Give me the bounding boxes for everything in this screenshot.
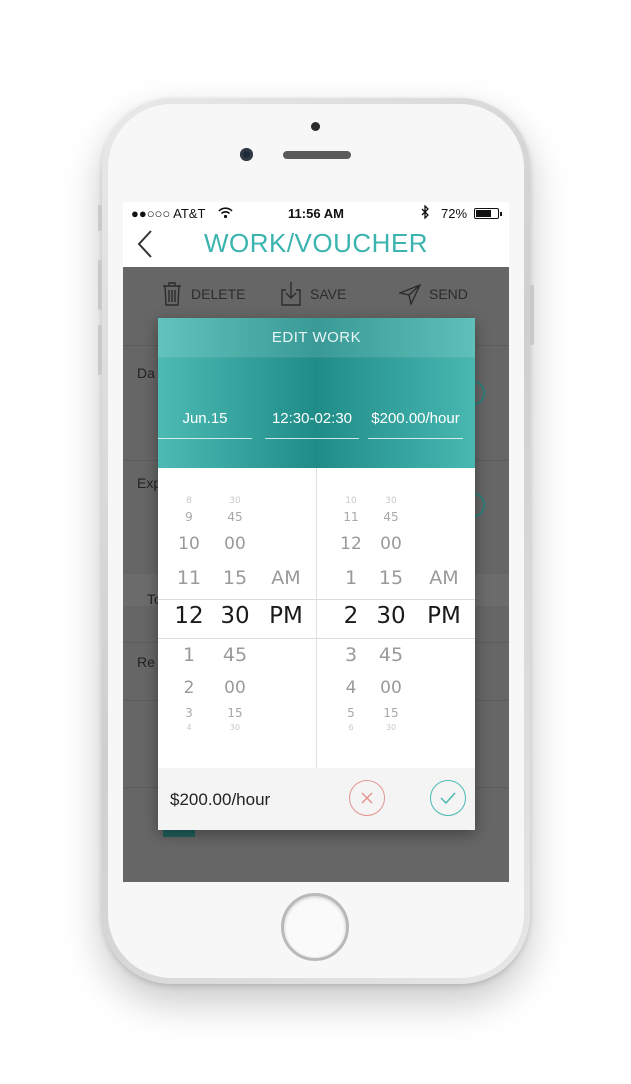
picker-minutes-end[interactable]: 15: [369, 567, 413, 589]
picker-ampm-end[interactable]: AM: [419, 567, 469, 589]
picker-minutes-start[interactable]: 30: [213, 723, 257, 732]
edit-work-modal: EDIT WORK Jun.15 12:30-02:30 $200.00/hou…: [158, 318, 475, 830]
picker-hours-end[interactable]: 6: [329, 723, 373, 732]
picker-minutes-end[interactable]: 30: [369, 496, 413, 506]
picker-minutes-end[interactable]: 00: [369, 534, 413, 554]
volume-down-button: [98, 325, 102, 375]
picker-minutes-start[interactable]: 00: [213, 534, 257, 554]
time-range-field[interactable]: 12:30-02:30: [265, 410, 359, 439]
delete-button[interactable]: DELETE: [161, 281, 245, 307]
picker-minutes-start[interactable]: 15: [213, 567, 257, 589]
picker-hours-start[interactable]: 1: [167, 644, 211, 666]
trash-icon: [163, 282, 181, 306]
power-button: [530, 285, 534, 345]
picker-hours-start[interactable]: 11: [167, 567, 211, 589]
delete-label: DELETE: [191, 286, 246, 302]
picker-minutes-end[interactable]: 30: [369, 723, 413, 732]
picker-ampm-start[interactable]: AM: [261, 567, 311, 589]
picker-minutes-end[interactable]: 45: [369, 644, 413, 666]
bluetooth-icon: [421, 205, 429, 219]
modal-title: EDIT WORK: [271, 329, 362, 346]
picker-ampm-end[interactable]: PM: [419, 603, 469, 629]
send-icon: [399, 283, 421, 307]
proximity-sensor: [311, 122, 320, 131]
picker-minutes-start[interactable]: 15: [213, 706, 257, 720]
mute-switch: [98, 205, 102, 231]
modal-footer: $200.00/hour: [158, 768, 475, 830]
volume-up-button: [98, 260, 102, 310]
picker-hours-end[interactable]: 5: [329, 706, 373, 720]
form-label: Da: [137, 365, 155, 381]
battery-icon: [474, 208, 502, 219]
picker-hours-end[interactable]: 12: [329, 534, 373, 554]
battery-percent: 72%: [441, 206, 468, 221]
save-label: SAVE: [310, 286, 347, 302]
picker-minutes-start[interactable]: 30: [213, 603, 257, 629]
picker-hours-end[interactable]: 10: [329, 496, 373, 506]
rate-field[interactable]: $200.00/hour: [368, 410, 463, 439]
modal-header: EDIT WORK Jun.15 12:30-02:30 $200.00/hou…: [158, 318, 475, 468]
picker-hours-end[interactable]: 2: [329, 603, 373, 629]
close-icon: [361, 792, 373, 804]
picker-minutes-start[interactable]: 00: [213, 678, 257, 698]
confirm-button[interactable]: [430, 780, 466, 816]
picker-hours-start[interactable]: 4: [167, 723, 211, 732]
date-field[interactable]: Jun.15: [158, 410, 252, 439]
picker-hours-start[interactable]: 3: [167, 706, 211, 720]
picker-minutes-start[interactable]: 45: [213, 510, 257, 524]
download-icon: [281, 282, 301, 306]
footer-rate: $200.00/hour: [170, 790, 271, 809]
time-picker[interactable]: 8 9 10 11 12 1 2 3 4 30 45 00 15 30 45 00 15 30 AM PM 10 11 12…: [158, 468, 475, 768]
picker-ampm-start[interactable]: PM: [261, 603, 311, 629]
picker-divider: [316, 468, 317, 768]
picker-minutes-end[interactable]: 00: [369, 678, 413, 698]
send-button[interactable]: SEND: [399, 281, 468, 307]
status-bar: ●●○○○ AT&T 11:56 AM 72%: [123, 202, 509, 224]
picker-hours-end[interactable]: 1: [329, 567, 373, 589]
page-title: WORK/VOUCHER: [203, 228, 429, 258]
picker-hours-end[interactable]: 4: [329, 678, 373, 698]
earpiece-speaker: [283, 151, 351, 159]
send-label: SEND: [429, 286, 468, 302]
screen: ●●○○○ AT&T 11:56 AM 72% WORK/VOUCHER DEL…: [123, 202, 509, 882]
home-button[interactable]: [281, 893, 349, 961]
picker-hours-end[interactable]: 3: [329, 644, 373, 666]
picker-minutes-end[interactable]: 45: [369, 510, 413, 524]
check-icon: [440, 792, 456, 804]
picker-minutes-start[interactable]: 30: [213, 496, 257, 506]
picker-hours-start[interactable]: 9: [167, 510, 211, 524]
picker-hours-start[interactable]: 12: [167, 603, 211, 629]
picker-minutes-end[interactable]: 30: [369, 603, 413, 629]
picker-hours-start[interactable]: 8: [167, 496, 211, 506]
form-label: Re: [137, 654, 155, 670]
cancel-button[interactable]: [349, 780, 385, 816]
picker-minutes-start[interactable]: 45: [213, 644, 257, 666]
save-button[interactable]: SAVE: [280, 281, 346, 307]
front-camera: [240, 148, 253, 161]
picker-hours-start[interactable]: 2: [167, 678, 211, 698]
picker-hours-start[interactable]: 10: [167, 534, 211, 554]
picker-hours-end[interactable]: 11: [329, 510, 373, 524]
nav-bar: WORK/VOUCHER: [123, 224, 509, 267]
picker-minutes-end[interactable]: 15: [369, 706, 413, 720]
